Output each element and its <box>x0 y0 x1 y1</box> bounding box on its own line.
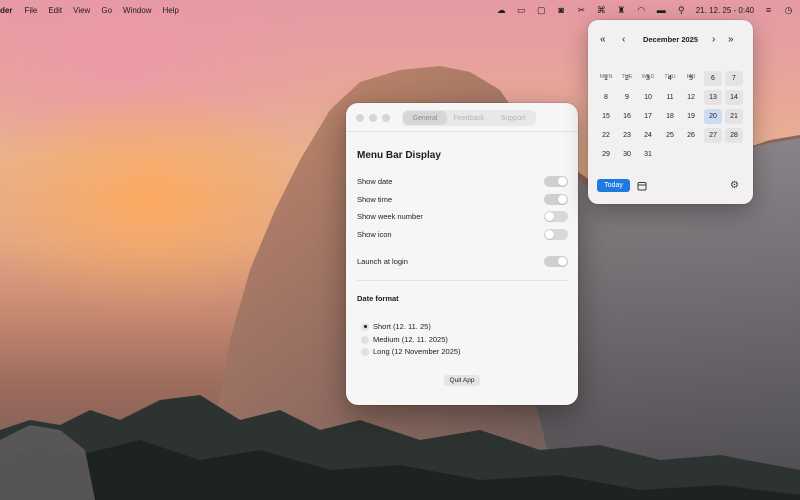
radio-label: Short (12. 11. 25) <box>373 322 431 331</box>
radio-button[interactable] <box>361 335 369 344</box>
setting-row-show-date: Show date <box>357 175 568 187</box>
menu-help[interactable]: Help <box>162 6 178 15</box>
cloud-icon[interactable]: ☁ <box>496 5 507 15</box>
calendar-day[interactable]: 31 <box>639 147 657 162</box>
setting-label: Show time <box>357 194 393 204</box>
calendar-day[interactable]: 4 <box>661 71 679 86</box>
show-date-toggle[interactable] <box>544 175 568 187</box>
quit-app-button[interactable]: Quit App <box>444 375 480 386</box>
date-format-medium-option[interactable]: Medium (12. 11. 2025) <box>361 334 448 345</box>
radio-label: Medium (12. 11. 2025) <box>373 335 448 344</box>
menu-window[interactable]: Window <box>123 6 151 15</box>
tab-feedback[interactable]: Feedback <box>447 111 491 125</box>
radio-label: Long (12 November 2025) <box>373 347 461 356</box>
menu-file[interactable]: File <box>24 6 37 15</box>
calendar-day[interactable]: 22 <box>597 128 615 143</box>
calendar-month-label: December 2025 <box>642 35 699 44</box>
menu-edit[interactable]: Edit <box>48 6 62 15</box>
window-controls <box>356 114 390 122</box>
calendar-day[interactable]: 5 <box>682 71 700 86</box>
battery-icon[interactable]: ▬ <box>656 5 667 15</box>
section-title-date-format: Date format <box>357 294 399 303</box>
app-name-menu[interactable]: der <box>0 6 12 15</box>
calendar-day[interactable]: 28 <box>725 128 743 143</box>
setting-row-launch-at-login: Launch at login <box>357 255 568 267</box>
date-format-long-option[interactable]: Long (12 November 2025) <box>361 346 461 357</box>
calendar-day[interactable]: 18 <box>661 109 679 124</box>
calendar-day[interactable]: 10 <box>639 90 657 105</box>
setting-label: Show icon <box>357 229 392 239</box>
calendar-day[interactable]: 7 <box>725 71 743 86</box>
calendar-day[interactable]: 29 <box>597 147 615 162</box>
calendar-day[interactable]: 25 <box>661 128 679 143</box>
menu-go[interactable]: Go <box>101 6 112 15</box>
header-divider <box>346 131 578 132</box>
close-window-button[interactable] <box>356 114 364 122</box>
menu-bar-manager-icon[interactable]: ♜ <box>616 5 627 15</box>
setting-row-show-week-number: Show week number <box>357 210 568 222</box>
control-center-icon[interactable]: ≡ <box>763 5 774 15</box>
radio-button[interactable] <box>361 347 369 356</box>
date-format-short-option[interactable]: Short (12. 11. 25) <box>361 321 431 332</box>
calendar-day[interactable]: 30 <box>618 147 636 162</box>
clock-icon[interactable]: ◷ <box>783 5 794 15</box>
section-title-menu-bar-display: Menu Bar Display <box>357 150 441 161</box>
menu-bar: der File Edit View Go Window Help ☁ ▭ ▢ … <box>0 0 800 20</box>
calendar-day[interactable]: 1 <box>597 71 615 86</box>
calendar-day[interactable]: 12 <box>682 90 700 105</box>
app-badge-icon[interactable]: ◙ <box>556 5 567 15</box>
wifi-icon[interactable]: ◠ <box>636 5 647 15</box>
calendar-day[interactable]: 23 <box>618 128 636 143</box>
minimize-window-button[interactable] <box>369 114 377 122</box>
setting-label: Show week number <box>357 211 423 221</box>
calendar-day[interactable]: 15 <box>597 109 615 124</box>
tab-general[interactable]: General <box>403 111 447 125</box>
settings-tabs: General Feedback Support <box>402 110 536 126</box>
calendar-day[interactable]: 26 <box>682 128 700 143</box>
translate-icon[interactable]: ⌘ <box>596 5 607 15</box>
calendar-day[interactable]: 3 <box>639 71 657 86</box>
zoom-window-button[interactable] <box>382 114 390 122</box>
setting-label: Launch at login <box>357 256 408 266</box>
calendar-day[interactable]: 27 <box>704 128 722 143</box>
calendar-day[interactable]: 19 <box>682 109 700 124</box>
launch-at-login-toggle[interactable] <box>544 255 568 267</box>
radio-button[interactable] <box>361 322 369 331</box>
today-button[interactable]: Today <box>597 179 630 192</box>
app-square-icon[interactable]: ▢ <box>536 5 547 15</box>
menu-view[interactable]: View <box>73 6 90 15</box>
calendar-day[interactable]: 14 <box>725 90 743 105</box>
setting-row-show-time: Show time <box>357 193 568 205</box>
calendar-day[interactable]: 17 <box>639 109 657 124</box>
calendar-day[interactable]: 24 <box>639 128 657 143</box>
calendar-day[interactable]: 2 <box>618 71 636 86</box>
settings-window: General Feedback Support Menu Bar Displa… <box>346 103 578 405</box>
calendar-popover: « ‹ › » December 2025 MONTUEWEDTHUFRISAT… <box>588 20 753 204</box>
setting-label: Show date <box>357 176 393 186</box>
search-icon[interactable]: ⚲ <box>676 5 687 15</box>
calendar-day[interactable]: 9 <box>618 90 636 105</box>
tab-support[interactable]: Support <box>491 111 535 125</box>
calendar-day[interactable]: 8 <box>597 90 615 105</box>
calendar-day-today[interactable]: 20 <box>704 109 722 124</box>
section-divider <box>357 280 568 281</box>
calendar-day[interactable]: 16 <box>618 109 636 124</box>
calendar-day[interactable]: 11 <box>661 90 679 105</box>
window-icon[interactable]: ▭ <box>516 5 527 15</box>
show-week-number-toggle[interactable] <box>544 210 568 222</box>
calendar-day[interactable]: 13 <box>704 90 722 105</box>
calendar-day[interactable]: 21 <box>725 109 743 124</box>
calendar-day[interactable]: 6 <box>704 71 722 86</box>
setting-row-show-icon: Show icon <box>357 228 568 240</box>
show-time-toggle[interactable] <box>544 193 568 205</box>
show-icon-toggle[interactable] <box>544 228 568 240</box>
gear-icon[interactable]: ⚙ <box>730 180 739 191</box>
scissors-icon[interactable]: ✂ <box>576 5 587 15</box>
menu-bar-clock[interactable]: 21. 12. 25 - 0:40 <box>696 6 754 15</box>
calendar-icon[interactable] <box>637 181 647 191</box>
